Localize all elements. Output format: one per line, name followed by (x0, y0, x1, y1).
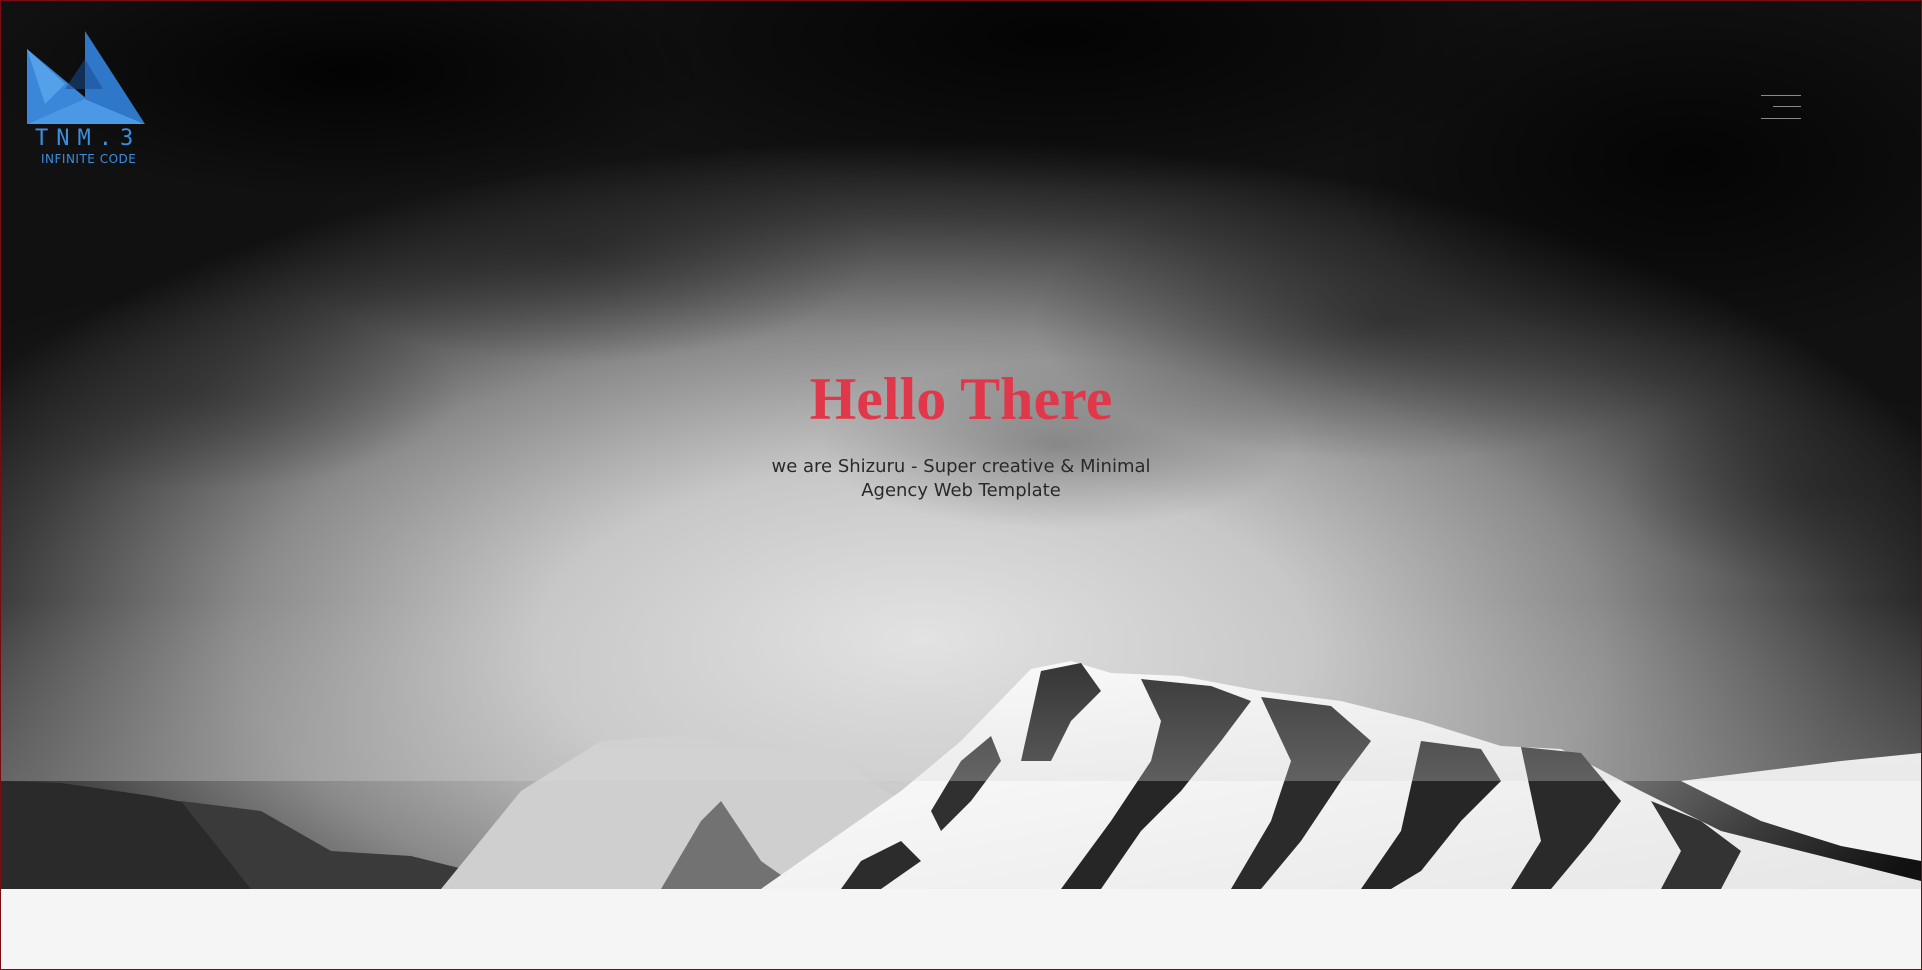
menu-line (1761, 118, 1801, 119)
brand-tagline: INFINITE CODE (41, 152, 137, 166)
hamburger-menu-icon[interactable] (1759, 93, 1801, 123)
hero-subtitle-line-2: Agency Web Template (861, 480, 1061, 501)
hero-title: Hello There (809, 366, 1113, 432)
hero-subtitle-line-1: we are Shizuru - Super creative & Minima… (771, 456, 1151, 477)
hero-section: TNM.3 INFINITE CODE Hello There we are S… (1, 1, 1921, 889)
menu-line (1761, 95, 1801, 96)
below-hero-section (1, 889, 1921, 969)
menu-line (1773, 106, 1801, 107)
mountain-background-image (1, 601, 1921, 889)
page-frame: TNM.3 INFINITE CODE Hello There we are S… (0, 0, 1922, 970)
triangle-logo-icon (27, 31, 145, 124)
hero-subtitle: we are Shizuru - Super creative & Minima… (1, 455, 1921, 503)
brand-name: TNM.3 (35, 126, 142, 151)
